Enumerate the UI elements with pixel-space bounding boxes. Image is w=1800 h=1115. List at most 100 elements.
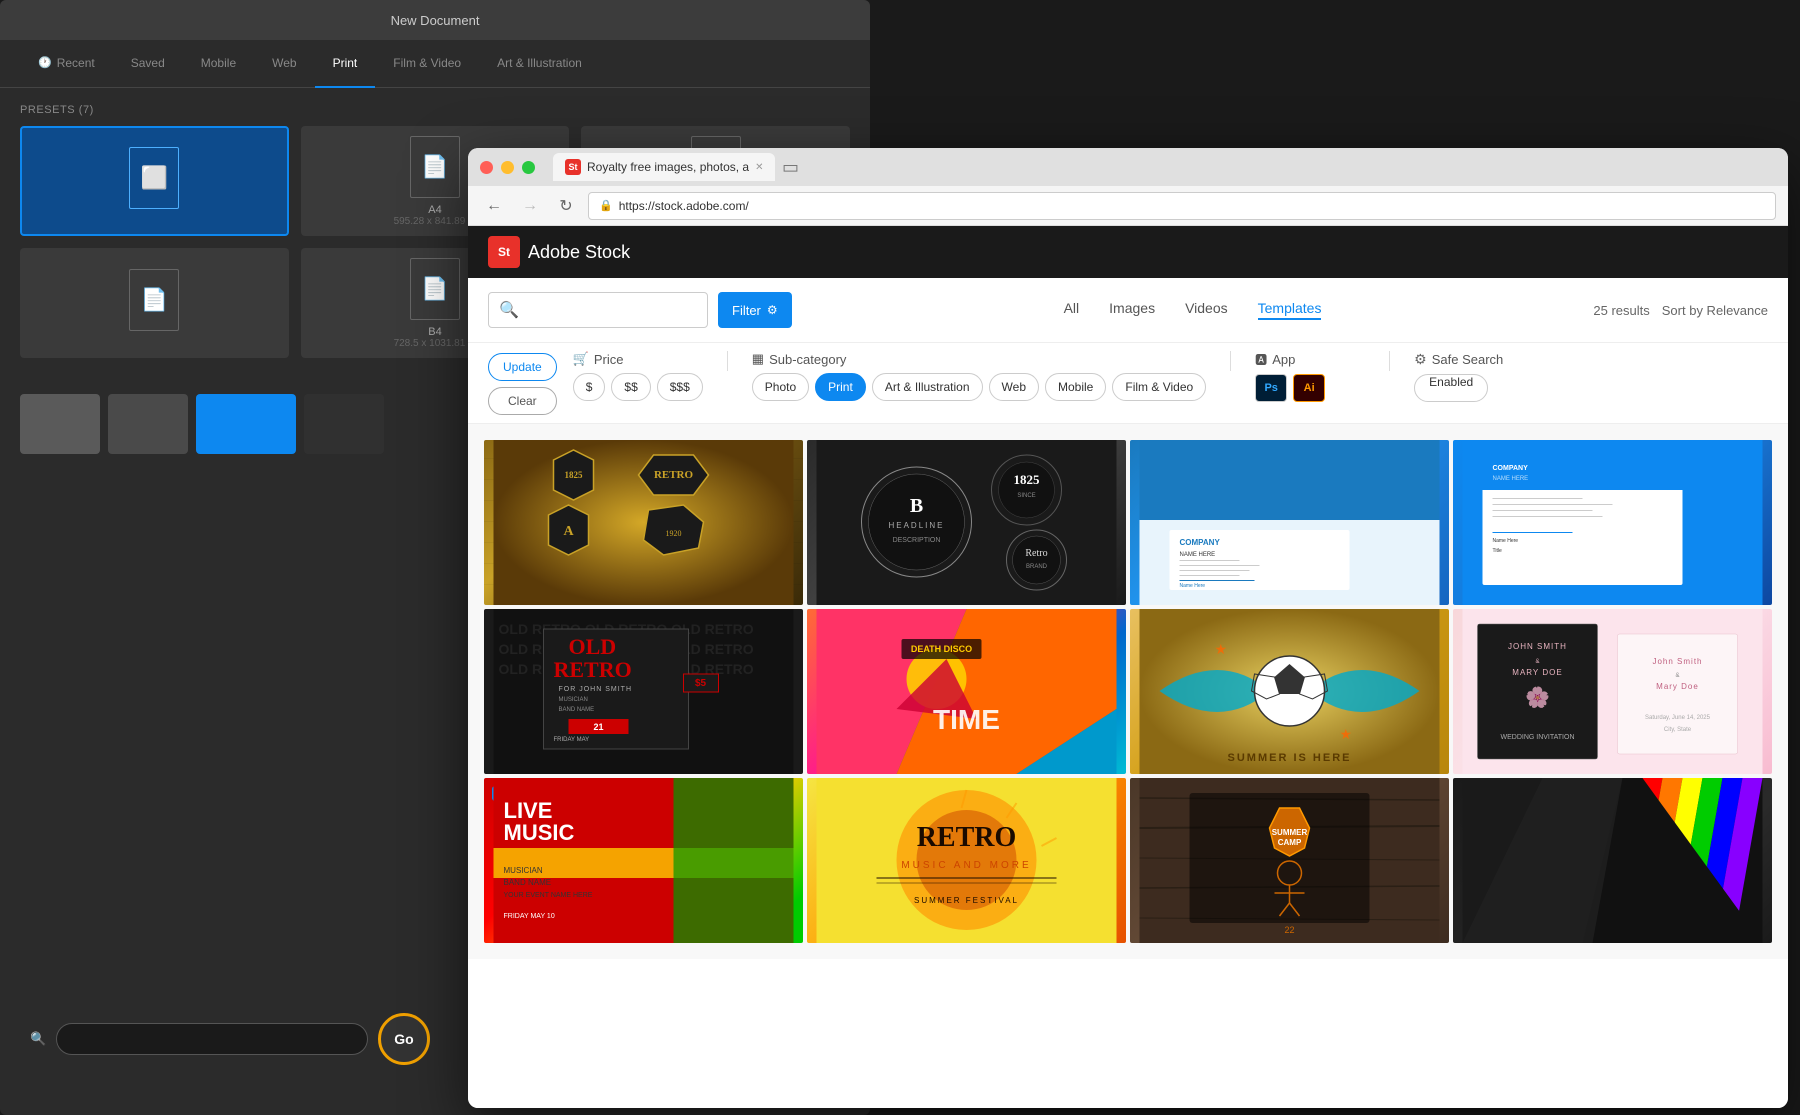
svg-text:RETRO: RETRO bbox=[917, 822, 1017, 853]
price-chip-1[interactable]: $ bbox=[573, 373, 606, 401]
recent-item-1[interactable] bbox=[20, 394, 100, 454]
subcat-film[interactable]: Film & Video bbox=[1112, 373, 1206, 401]
tab-web[interactable]: Web bbox=[254, 40, 314, 88]
price-chip-3[interactable]: $$$ bbox=[657, 373, 703, 401]
safe-search-enabled-button[interactable]: Enabled bbox=[1414, 374, 1488, 402]
nav-tab-all[interactable]: All bbox=[1064, 300, 1080, 320]
app-chips: Ps Ai bbox=[1255, 374, 1365, 402]
app-filter-section: 🅰 App Ps Ai bbox=[1255, 351, 1365, 402]
filter-button[interactable]: Filter ⚙ bbox=[718, 292, 792, 328]
svg-text:Name Here: Name Here bbox=[1180, 583, 1206, 589]
grid-item-9[interactable]: ✓ Licensed LIVE MUSIC MUSICIAN BAND NAME… bbox=[484, 778, 803, 943]
svg-text:SUMMER: SUMMER bbox=[1272, 828, 1308, 837]
tab-film-video[interactable]: Film & Video bbox=[375, 40, 479, 88]
tab-saved[interactable]: Saved bbox=[113, 40, 183, 88]
svg-text:🌸: 🌸 bbox=[1525, 685, 1550, 709]
safe-search-section: ⚙ Safe Search Enabled bbox=[1414, 351, 1524, 402]
recent-item-2[interactable] bbox=[108, 394, 188, 454]
svg-text:HEADLINE: HEADLINE bbox=[888, 521, 944, 530]
svg-text:Mary Doe: Mary Doe bbox=[1656, 682, 1699, 691]
recent-item-4[interactable] bbox=[304, 394, 384, 454]
nav-tab-videos[interactable]: Videos bbox=[1185, 300, 1228, 320]
new-tab-button[interactable]: ▭ bbox=[775, 153, 805, 181]
grid-item-5[interactable]: OLD RETRO OLD RETRO OLD RETRO OLD RETRO … bbox=[484, 609, 803, 774]
traffic-light-close[interactable] bbox=[480, 161, 493, 174]
photoshop-filter-button[interactable]: Ps bbox=[1255, 374, 1287, 402]
illustrator-filter-button[interactable]: Ai bbox=[1293, 374, 1325, 402]
url-text: https://stock.adobe.com/ bbox=[619, 199, 749, 213]
grid-item-2[interactable]: B HEADLINE DESCRIPTION 1825 SINCE Retro … bbox=[807, 440, 1126, 605]
grid-item-4[interactable]: COMPANY NAME HERE Name Here Title bbox=[1453, 440, 1772, 605]
grid-item-10[interactable]: RETRO MUSIC AND MORE SUMMER FESTIVAL bbox=[807, 778, 1126, 943]
browser-tab-active[interactable]: St Royalty free images, photos, a ✕ bbox=[553, 153, 775, 181]
svg-text:SUMMER IS HERE: SUMMER IS HERE bbox=[1228, 752, 1352, 764]
grid-item-7[interactable]: ★ ★ SUMMER IS HERE bbox=[1130, 609, 1449, 774]
traffic-light-maximize[interactable] bbox=[522, 161, 535, 174]
grid-item-11[interactable]: SUMMER CAMP 22 bbox=[1130, 778, 1449, 943]
svg-text:DESCRIPTION: DESCRIPTION bbox=[893, 537, 941, 544]
adobe-stock-favicon: St bbox=[565, 159, 581, 175]
update-button[interactable]: Update bbox=[488, 353, 557, 381]
security-lock-icon: 🔒 bbox=[599, 199, 613, 212]
bottom-search-area: 🔍 Go bbox=[0, 1013, 460, 1065]
preset-name-a4: A4 bbox=[428, 204, 441, 216]
cart-icon: 🛒 bbox=[573, 351, 589, 367]
back-button[interactable]: ← bbox=[480, 192, 508, 220]
subcat-web[interactable]: Web bbox=[989, 373, 1039, 401]
svg-text:&: & bbox=[1535, 659, 1539, 665]
nav-tab-templates[interactable]: Templates bbox=[1258, 300, 1322, 320]
tab-recent[interactable]: 🕐 Recent bbox=[20, 40, 113, 88]
nav-tab-images[interactable]: Images bbox=[1109, 300, 1155, 320]
svg-text:Name Here: Name Here bbox=[1493, 538, 1519, 544]
svg-text:John Smith: John Smith bbox=[1652, 657, 1702, 666]
svg-text:★: ★ bbox=[1215, 641, 1228, 657]
stock-header: St Adobe Stock bbox=[468, 226, 1788, 278]
go-button[interactable]: Go bbox=[378, 1013, 430, 1065]
refresh-button[interactable]: ↻ bbox=[552, 192, 580, 220]
stock-search-box[interactable]: 🔍 bbox=[488, 292, 708, 328]
subcat-photo[interactable]: Photo bbox=[752, 373, 809, 401]
stock-logo-text: Adobe Stock bbox=[528, 242, 630, 263]
tab-print[interactable]: Print bbox=[315, 40, 376, 88]
tab-close-button[interactable]: ✕ bbox=[755, 162, 763, 173]
columns-icon: ▦ bbox=[752, 351, 764, 367]
traffic-light-minimize[interactable] bbox=[501, 161, 514, 174]
svg-text:FRIDAY MAY: FRIDAY MAY bbox=[554, 737, 590, 743]
grid-item-8[interactable]: JOHN SMITH & MARY DOE 🌸 WEDDING INVITATI… bbox=[1453, 609, 1772, 774]
stock-search-row: 🔍 Filter ⚙ All Images Videos Templates 2… bbox=[468, 278, 1788, 343]
svg-text:22: 22 bbox=[1284, 925, 1294, 935]
stock-search-input[interactable] bbox=[525, 303, 701, 318]
subcat-art[interactable]: Art & Illustration bbox=[872, 373, 983, 401]
svg-text:Retro: Retro bbox=[1025, 548, 1047, 559]
dialog-title: New Document bbox=[391, 13, 480, 28]
stock-results-info: 25 results Sort by Relevance bbox=[1593, 303, 1768, 318]
grid-item-6[interactable]: TIME DEATH DISCO bbox=[807, 609, 1126, 774]
filter-sliders-icon: ⚙ bbox=[767, 303, 778, 317]
grid-item-1[interactable]: 1825 RETRO A 1920 bbox=[484, 440, 803, 605]
tab-art-illustration[interactable]: Art & Illustration bbox=[479, 40, 600, 88]
forward-button[interactable]: → bbox=[516, 192, 544, 220]
stock-nav-tabs: All Images Videos Templates bbox=[802, 300, 1584, 320]
address-bar[interactable]: 🔒 https://stock.adobe.com/ bbox=[588, 192, 1776, 220]
sort-by-relevance[interactable]: Sort by Relevance bbox=[1662, 303, 1768, 318]
search-input-bottom[interactable] bbox=[56, 1023, 368, 1055]
subcat-print[interactable]: Print bbox=[815, 373, 866, 401]
svg-text:SUMMER FESTIVAL: SUMMER FESTIVAL bbox=[914, 896, 1019, 905]
presets-label: PRESETS (7) bbox=[0, 88, 870, 126]
grid-item-12[interactable] bbox=[1453, 778, 1772, 943]
svg-text:WEDDING INVITATION: WEDDING INVITATION bbox=[1500, 734, 1574, 741]
recent-item-3[interactable] bbox=[196, 394, 296, 454]
price-chips: $ $$ $$$ bbox=[573, 373, 703, 401]
tab-mobile[interactable]: Mobile bbox=[183, 40, 254, 88]
price-chip-2[interactable]: $$ bbox=[611, 373, 650, 401]
preset-item-3[interactable]: 📄 bbox=[20, 248, 289, 358]
subcat-mobile[interactable]: Mobile bbox=[1045, 373, 1106, 401]
app-filter-label: 🅰 App bbox=[1255, 351, 1365, 368]
filter-separator-2 bbox=[1230, 351, 1231, 371]
preset-item-selected[interactable]: ⬜ bbox=[20, 126, 289, 236]
clear-button[interactable]: Clear bbox=[488, 387, 557, 415]
price-filter-section: 🛒 Price $ $$ $$$ bbox=[573, 351, 703, 401]
grid-item-3[interactable]: COMPANY NAME HERE Name Here bbox=[1130, 440, 1449, 605]
svg-text:FRIDAY MAY 10: FRIDAY MAY 10 bbox=[504, 913, 555, 920]
preset-size-b4: 728.5 x 1031.81 pt bbox=[394, 338, 477, 349]
